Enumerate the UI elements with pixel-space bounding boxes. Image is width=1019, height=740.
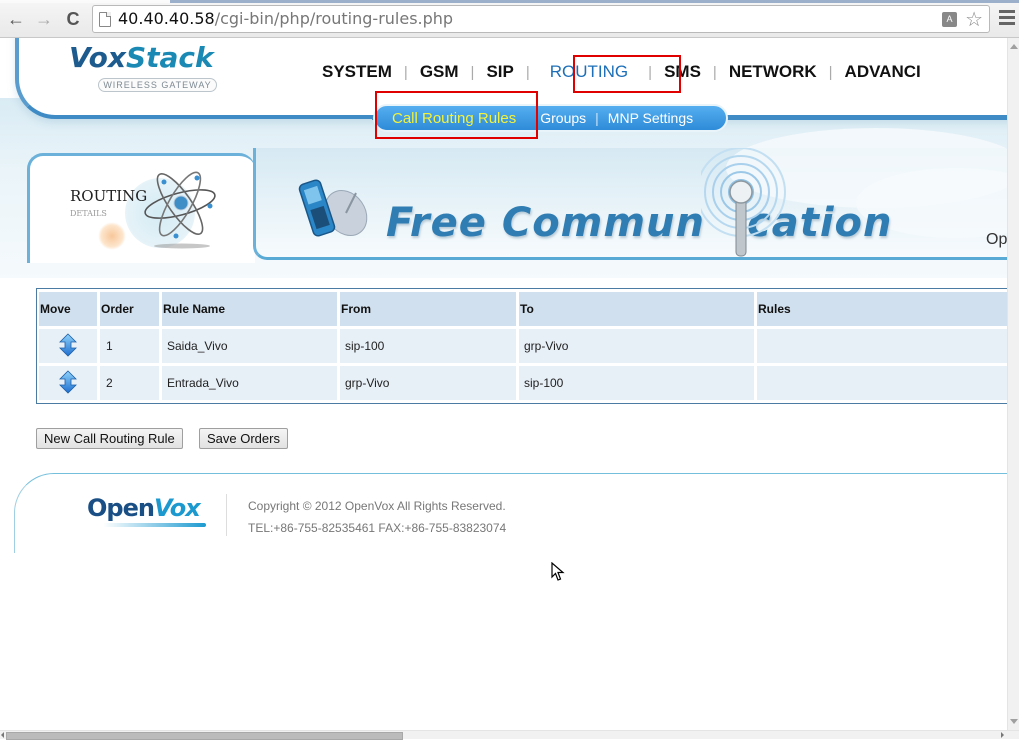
- rules-cell: [757, 366, 1007, 400]
- scroll-right-icon[interactable]: [1001, 732, 1004, 738]
- url-path: /cgi-bin/php/routing-rules.php: [214, 9, 454, 28]
- to-cell: grp-Vivo: [519, 329, 754, 363]
- order-cell: 1: [100, 329, 159, 363]
- atom-icon: [144, 171, 216, 249]
- copyright-text: Copyright © 2012 OpenVox All Rights Rese…: [248, 499, 506, 513]
- voxstack-logo[interactable]: VoxStack WIRELESS GATEWAY: [69, 41, 249, 92]
- nav-separator: |: [525, 63, 530, 81]
- nav-separator: |: [403, 63, 408, 81]
- browser-menu-icon[interactable]: [999, 10, 1015, 26]
- mouse-cursor-icon: [551, 562, 565, 581]
- scroll-up-icon[interactable]: [1010, 44, 1018, 49]
- footer-divider: [226, 494, 227, 536]
- nav-separator: |: [470, 63, 475, 81]
- table-row: 1 Saida_Vivo sip-100 grp-Vivo: [39, 329, 1007, 363]
- column-header-order: Order: [100, 292, 159, 326]
- page-icon: [99, 12, 111, 27]
- subnav-separator: |: [595, 110, 599, 126]
- phone-satellite-icon: [298, 179, 368, 237]
- nav-system[interactable]: SYSTEM: [322, 62, 392, 82]
- section-title: ROUTING: [70, 187, 148, 205]
- openvox-logo: OpenVox: [87, 494, 206, 527]
- translate-icon[interactable]: A: [942, 12, 957, 27]
- sub-nav: Call Routing Rules Groups | MNP Settings: [373, 104, 728, 132]
- nav-gsm[interactable]: GSM: [420, 62, 459, 82]
- column-header-rule-name: Rule Name: [162, 292, 337, 326]
- save-orders-button[interactable]: Save Orders: [199, 428, 288, 449]
- from-cell: grp-Vivo: [340, 366, 516, 400]
- forward-button[interactable]: →: [33, 8, 55, 30]
- back-button[interactable]: ←: [5, 8, 27, 30]
- column-header-move: Move: [39, 292, 97, 326]
- new-call-routing-rule-button[interactable]: New Call Routing Rule: [36, 428, 183, 449]
- page-viewport: VoxStack WIRELESS GATEWAY SYSTEM | GSM |…: [0, 38, 1007, 730]
- browser-toolbar: ← → C 40.40.40.58/cgi-bin/php/routing-ru…: [0, 0, 1019, 38]
- nav-advanced[interactable]: ADVANCI: [845, 62, 921, 82]
- section-card: ROUTING DETAILS: [27, 153, 258, 263]
- routing-rules-table: Move Order Rule Name From To Rules 1 Sai…: [36, 288, 1007, 404]
- contact-text: TEL:+86-755-82535461 FAX:+86-755-8382307…: [248, 521, 507, 535]
- move-cell[interactable]: [39, 329, 97, 363]
- footer-logo-open: Open: [87, 494, 155, 522]
- section-subtitle: DETAILS: [70, 209, 107, 218]
- reload-button[interactable]: C: [62, 8, 84, 30]
- footer: OpenVox Copyright © 2012 OpenVox All Rig…: [14, 473, 1007, 553]
- scroll-down-icon[interactable]: [1010, 719, 1018, 724]
- url-text[interactable]: 40.40.40.58/cgi-bin/php/routing-rules.ph…: [118, 9, 453, 28]
- nav-network[interactable]: NETWORK: [729, 62, 817, 82]
- logo-text-vox: Vox: [69, 41, 126, 74]
- logo-text-stack: Stack: [125, 41, 214, 74]
- bookmark-star-icon[interactable]: ☆: [965, 7, 983, 32]
- table-row: 2 Entrada_Vivo grp-Vivo sip-100: [39, 366, 1007, 400]
- order-cell: 2: [100, 366, 159, 400]
- banner-right-text: Op: [986, 231, 1007, 248]
- antenna-icon: [701, 148, 786, 257]
- scroll-left-icon[interactable]: [1, 732, 4, 738]
- rule-name-cell[interactable]: Entrada_Vivo: [162, 366, 337, 400]
- nav-sms[interactable]: SMS: [664, 62, 701, 82]
- url-host: 40.40.40.58: [118, 9, 215, 28]
- table-header-row: Move Order Rule Name From To Rules: [39, 292, 1007, 326]
- tab-strip: [0, 0, 1019, 3]
- glow-decoration: [98, 222, 126, 250]
- subnav-groups[interactable]: Groups: [540, 110, 586, 126]
- banner: Free Commun cation Op: [253, 128, 1007, 260]
- rules-cell: [757, 329, 1007, 363]
- main-nav: SYSTEM | GSM | SIP | ROUTING | SMS | NET…: [322, 62, 921, 82]
- rule-name-cell[interactable]: Saida_Vivo: [162, 329, 337, 363]
- nav-sip[interactable]: SIP: [486, 62, 513, 82]
- move-updown-icon[interactable]: [59, 332, 77, 357]
- column-header-rules: Rules: [757, 292, 1007, 326]
- move-cell[interactable]: [39, 366, 97, 400]
- from-cell: sip-100: [340, 329, 516, 363]
- slogan-text-1: Free Commun: [386, 200, 705, 246]
- horizontal-scrollbar[interactable]: [0, 730, 1019, 740]
- logo-tagline: WIRELESS GATEWAY: [98, 78, 217, 92]
- footer-logo-vox: Vox: [153, 494, 201, 522]
- nav-separator: |: [828, 63, 833, 81]
- column-header-to: To: [519, 292, 754, 326]
- nav-separator: |: [648, 63, 653, 81]
- nav-routing[interactable]: ROUTING: [550, 62, 628, 82]
- address-bar[interactable]: 40.40.40.58/cgi-bin/php/routing-rules.ph…: [92, 5, 990, 33]
- vertical-scrollbar[interactable]: [1007, 38, 1019, 730]
- subnav-call-routing-rules[interactable]: Call Routing Rules: [392, 110, 516, 127]
- move-updown-icon[interactable]: [59, 369, 77, 394]
- banner-slogan: Free Commun cation: [386, 200, 893, 246]
- nav-separator: |: [712, 63, 717, 81]
- to-cell: sip-100: [519, 366, 754, 400]
- column-header-from: From: [340, 292, 516, 326]
- subnav-mnp-settings[interactable]: MNP Settings: [608, 110, 693, 126]
